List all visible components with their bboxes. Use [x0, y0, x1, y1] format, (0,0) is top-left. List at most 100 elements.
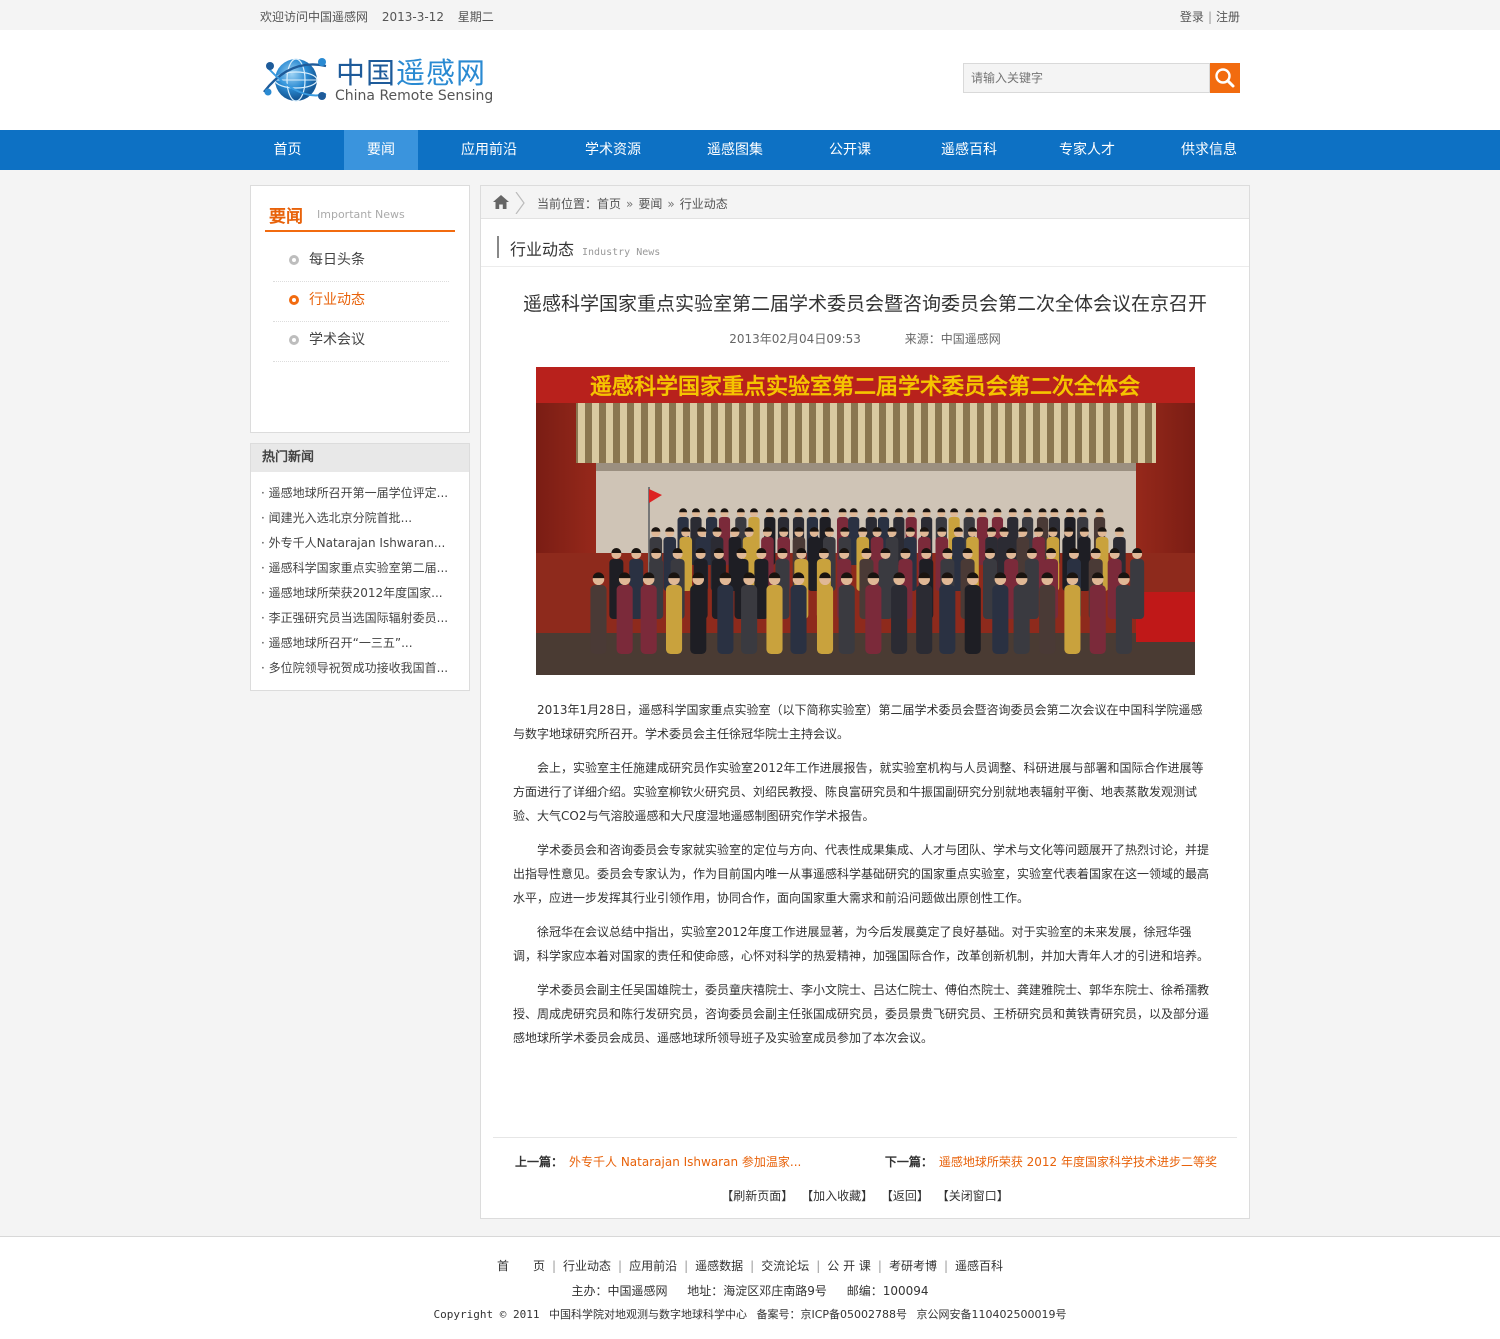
footer-links: 首 页 | 行业动态 | 应用前沿 | 遥感数据 | 交流论坛 | 公 开 课 | 考研考博 | 遥感百科 [0, 1257, 1500, 1274]
nav-item-atlas[interactable]: 遥感图集 [690, 130, 780, 170]
article-paragraph: 会上，实验室主任施建成研究员作实验室2012年工作进展报告，就实验室机构与人员调… [513, 761, 1204, 823]
article-actions: 【刷新页面】 【加入收藏】 【返回】 【关闭窗口】 [481, 1187, 1249, 1204]
article-meta: 2013年02月04日09:53 来源：中国遥感网 [481, 330, 1249, 347]
current-weekday: 星期二 [457, 10, 494, 24]
bullet-icon [289, 255, 299, 265]
chevron-right-icon [515, 192, 525, 214]
separator: | [877, 1259, 882, 1273]
category-item-conference[interactable]: 学术会议 [273, 322, 449, 362]
section-title: 行业动态 Industry News [497, 236, 660, 259]
nav-item-applications[interactable]: 应用前沿 [444, 130, 534, 170]
close-window-button[interactable]: 【关闭窗口】 [937, 1189, 1009, 1203]
list-item[interactable]: · 遥感地球所召开“一三五”... [261, 631, 457, 656]
category-item-label: 每日头条 [309, 252, 365, 268]
back-button[interactable]: 【返回】 [881, 1189, 929, 1203]
footer-link-opencourse[interactable]: 公 开 课 [827, 1259, 871, 1273]
site-logo[interactable]: 中国遥感网 China Remote Sensing [260, 46, 500, 114]
article-paragraph: 徐冠华在会议总结中指出，实验室2012年度工作进展显著，为今后发展奠定了良好基础… [513, 925, 1210, 963]
list-item[interactable]: · 遥感地球所召开第一届学位评定... [261, 481, 457, 506]
register-link[interactable]: 注册 [1216, 10, 1240, 24]
breadcrumb-prefix: 当前位置： [537, 197, 598, 211]
article-photo: 遥感科学国家重点实验室第二届学术委员会第二次全体会 [536, 367, 1195, 675]
nav-item-supply[interactable]: 供求信息 [1164, 130, 1254, 170]
footer-link-home[interactable]: 首 页 [497, 1259, 545, 1273]
separator: | [750, 1259, 755, 1273]
category-item-label: 学术会议 [309, 332, 365, 348]
site-header: 中国遥感网 China Remote Sensing [0, 30, 1500, 130]
breadcrumb-news[interactable]: 要闻 [638, 197, 662, 211]
refresh-button[interactable]: 【刷新页面】 [721, 1189, 793, 1203]
logo-chinese-name: 中国遥感网 [336, 50, 486, 92]
separator: | [551, 1259, 557, 1273]
main-nav: 首页 要闻 应用前沿 学术资源 遥感图集 公开课 遥感百科 专家人才 供求信息 [0, 130, 1500, 170]
list-item[interactable]: · 遥感地球所荣获2012年度国家... [261, 581, 457, 606]
breadcrumb-home[interactable]: 首页 [597, 197, 621, 211]
separator: | [1207, 10, 1212, 24]
list-item[interactable]: · 李正强研究员当选国际辐射委员... [261, 606, 457, 631]
category-item-daily[interactable]: 每日头条 [273, 242, 449, 282]
article-panel: 当前位置：首页 » 要闻 » 行业动态 行业动态 Industry News 遥感科学国家… [480, 185, 1250, 1219]
account-links: 登录 | 注册 [1180, 8, 1240, 25]
separator: | [618, 1259, 623, 1273]
banner-text: 遥感科学国家重点实验室第二届学术委员会第二次全体会 [590, 374, 1140, 400]
footer-info: 主办：中国遥感网 地址：海淀区邓庄南路9号 邮编：100094 [0, 1282, 1500, 1299]
home-icon[interactable] [493, 195, 509, 209]
category-item-label: 行业动态 [309, 292, 365, 308]
globe-logo-icon [263, 58, 327, 102]
next-article-link[interactable]: 遥感地球所荣获 2012 年度国家科学技术进步二等奖 [939, 1155, 1217, 1169]
separator: | [816, 1259, 821, 1273]
nav-item-encyclopedia[interactable]: 遥感百科 [924, 130, 1014, 170]
logo-cn-part2: 遥感网 [396, 56, 487, 90]
section-title-cn: 行业动态 [510, 240, 575, 259]
list-item[interactable]: · 外专千人Natarajan Ishwaran... [261, 531, 457, 556]
category-title-cn: 要闻 [269, 207, 303, 227]
list-item[interactable]: · 闻建光入选北京分院首批... [261, 506, 457, 531]
nav-item-academic[interactable]: 学术资源 [568, 130, 658, 170]
site-footer: 首 页 | 行业动态 | 应用前沿 | 遥感数据 | 交流论坛 | 公 开 课 | 考研考博 | 遥感百科 … [0, 1236, 1500, 1339]
footer-link-applications[interactable]: 应用前沿 [629, 1259, 677, 1273]
copyright-text: Copyright © 2011 [433, 1308, 540, 1321]
breadcrumb-arrow: » [626, 197, 634, 211]
footer-link-industry[interactable]: 行业动态 [563, 1259, 611, 1273]
login-link[interactable]: 登录 [1180, 10, 1204, 24]
category-item-industry[interactable]: 行业动态 [273, 282, 449, 322]
category-list: 每日头条 行业动态 学术会议 [273, 242, 449, 362]
category-title-en: Important News [317, 208, 405, 221]
search-button[interactable] [1210, 63, 1240, 93]
nav-item-news[interactable]: 要闻 [344, 130, 418, 170]
prev-article-link[interactable]: 外专千人 Natarajan Ishwaran 参加温家... [569, 1155, 801, 1169]
nav-item-experts[interactable]: 专家人才 [1042, 130, 1132, 170]
next-label: 下一篇： [884, 1155, 933, 1169]
article-paragraph: 2013年1月28日，遥感科学国家重点实验室（以下简称实验室）第二届学术委员会暨… [513, 703, 1203, 741]
next-article: 下一篇： 遥感地球所荣获 2012 年度国家科学技术进步二等奖 [885, 1153, 1217, 1170]
footer-link-exams[interactable]: 考研考博 [889, 1259, 937, 1273]
separator: | [684, 1259, 689, 1273]
welcome-text: 欢迎访问中国遥感网 [260, 10, 369, 24]
welcome-info: 欢迎访问中国遥感网 2013-3-12 星期二 [260, 8, 504, 25]
bullet-icon [289, 335, 299, 345]
nav-item-opencourse[interactable]: 公开课 [816, 130, 884, 170]
separator: | [943, 1259, 949, 1273]
search-input[interactable] [963, 63, 1210, 93]
footer-police-record: 京公网安备110402500019号 [916, 1308, 1067, 1321]
breadcrumb-trail: 当前位置：首页 » 要闻 » 行业动态 [537, 195, 728, 212]
article-paragraph: 学术委员会和咨询委员会专家就实验室的定位与方向、代表性成果集成、人才与团队、学术… [513, 843, 1210, 905]
footer-link-forum[interactable]: 交流论坛 [761, 1259, 809, 1273]
search-box [963, 63, 1240, 93]
list-item[interactable]: · 遥感科学国家重点实验室第二届... [261, 556, 457, 581]
prev-label: 上一篇： [515, 1155, 564, 1169]
footer-copyright: Copyright © 2011 中国科学院对地观测与数字地球科学中心 备案号：… [0, 1306, 1500, 1322]
prev-article: 上一篇： 外专千人 Natarajan Ishwaran 参加温家... [515, 1153, 801, 1170]
footer-link-data[interactable]: 遥感数据 [695, 1259, 743, 1273]
logo-english-name: China Remote Sensing [335, 88, 494, 104]
hot-news-list: · 遥感地球所召开第一届学位评定... · 闻建光入选北京分院首批... · 外… [261, 481, 457, 681]
footer-address: 地址：海淀区邓庄南路9号 [687, 1284, 827, 1298]
breadcrumb-arrow: » [667, 197, 675, 211]
nav-item-home[interactable]: 首页 [250, 130, 325, 170]
list-item[interactable]: · 多位院领导祝贺成功接收我国首... [261, 656, 457, 681]
hot-news-title: 热门新闻 [251, 444, 469, 472]
footer-link-encyclopedia[interactable]: 遥感百科 [955, 1259, 1003, 1273]
breadcrumb-industry[interactable]: 行业动态 [680, 197, 728, 211]
article-title: 遥感科学国家重点实验室第二届学术委员会暨咨询委员会第二次全体会议在京召开 [522, 293, 1207, 315]
bookmark-button[interactable]: 【加入收藏】 [801, 1189, 873, 1203]
